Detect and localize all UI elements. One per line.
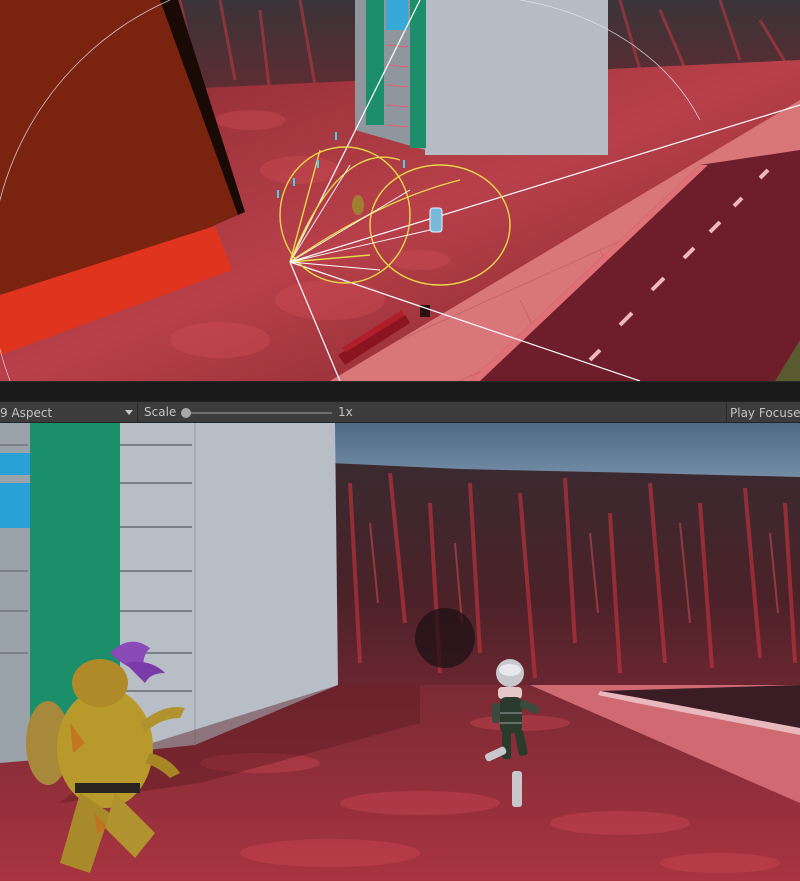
building-window-blue: [0, 453, 30, 475]
building-window-blue-2: [0, 483, 30, 528]
cliff-cave: [415, 608, 475, 668]
building-green-stripe-2: [410, 0, 426, 148]
scale-label: Scale: [144, 405, 177, 419]
game-render[interactable]: [0, 423, 800, 881]
scale-value: 1x: [338, 405, 353, 419]
monster-scene-figure[interactable]: [352, 195, 364, 215]
player-scene-figure[interactable]: [429, 207, 443, 233]
scale-slider-handle[interactable]: [181, 408, 191, 418]
building-window: [386, 0, 408, 30]
play-mode-dropdown[interactable]: Play Focused: [726, 402, 800, 423]
building-grey-side: [425, 0, 608, 155]
game-view-toolbar: 9 Aspect Scale 1x Play Focused: [0, 401, 800, 423]
scene-view[interactable]: [0, 0, 800, 381]
building-green-stripe: [366, 0, 384, 125]
panel-divider[interactable]: [0, 381, 800, 402]
aspect-dropdown[interactable]: 9 Aspect: [0, 402, 138, 423]
game-view[interactable]: [0, 423, 800, 881]
scene-render[interactable]: [0, 0, 800, 381]
scale-slider-track[interactable]: [186, 412, 332, 414]
chevron-down-icon: [125, 410, 133, 415]
aspect-dropdown-label: 9 Aspect: [0, 405, 53, 420]
play-mode-label: Play Focused: [730, 405, 800, 420]
